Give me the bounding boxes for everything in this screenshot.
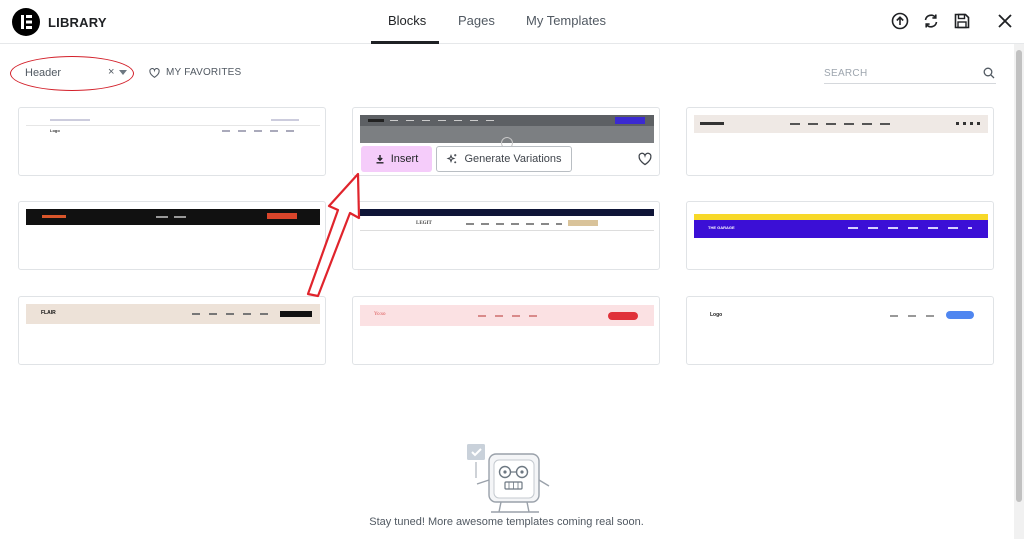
insert-button[interactable]: Insert	[361, 146, 432, 172]
library-header: LIBRARY Blocks Pages My Templates	[0, 0, 1024, 44]
annotation-circle	[10, 56, 134, 91]
template-thumbnail: Logo	[26, 116, 320, 150]
tab-my-templates[interactable]: My Templates	[526, 13, 606, 28]
generate-variations-label: Generate Variations	[464, 153, 562, 165]
search-input[interactable]	[824, 64, 974, 82]
generate-variations-button[interactable]: Generate Variations	[436, 146, 572, 172]
template-card[interactable]	[686, 107, 994, 176]
template-thumbnail	[26, 209, 320, 225]
template-card[interactable]: FLAIR	[18, 296, 326, 365]
active-tab-indicator	[371, 41, 439, 44]
thumbnail-logo-text: Logo	[50, 128, 60, 133]
template-thumbnail: FLAIR	[26, 304, 320, 324]
heart-icon	[149, 67, 160, 78]
insert-label: Insert	[390, 153, 419, 165]
sync-icon[interactable]	[922, 12, 940, 30]
save-icon[interactable]	[953, 12, 971, 30]
close-icon[interactable]	[996, 12, 1014, 30]
template-card[interactable]	[18, 201, 326, 270]
favorite-heart-icon[interactable]	[638, 152, 652, 166]
robot-illustration-icon	[467, 444, 550, 513]
thumbnail-brand-text: Yo:so	[374, 312, 386, 317]
template-card[interactable]: Logo	[686, 296, 994, 365]
elementor-logo-icon	[12, 8, 40, 36]
template-thumbnail: THE GARAGE	[694, 214, 988, 238]
download-icon	[376, 155, 384, 164]
template-thumbnail	[694, 115, 988, 133]
template-thumbnail: Yo:so	[360, 305, 654, 326]
thumbnail-logo-text: Logo	[710, 312, 723, 318]
my-favorites-filter[interactable]: MY FAVORITES	[149, 67, 241, 78]
search-box[interactable]	[824, 62, 996, 84]
template-thumbnail: Logo	[694, 305, 988, 327]
thumbnail-brand-text: LEGIT	[416, 221, 432, 226]
library-title: LIBRARY	[48, 15, 107, 30]
template-thumbnail: LEGIT	[360, 209, 654, 233]
annotation-arrow	[306, 172, 361, 298]
template-thumbnail	[360, 115, 654, 149]
thumbnail-brand-text: FLAIR	[41, 310, 56, 316]
template-card[interactable]: LEGIT	[352, 201, 660, 270]
template-card[interactable]: THE GARAGE	[686, 201, 994, 270]
empty-state-message: Stay tuned! More awesome templates comin…	[369, 516, 644, 528]
my-favorites-label: MY FAVORITES	[166, 67, 242, 78]
template-card[interactable]: Yo:so	[352, 296, 660, 365]
scrollbar-thumb[interactable]	[1016, 50, 1022, 502]
search-icon[interactable]	[983, 67, 995, 79]
tab-pages[interactable]: Pages	[458, 13, 495, 28]
thumbnail-brand-text: THE GARAGE	[708, 225, 735, 230]
tab-blocks[interactable]: Blocks	[388, 13, 426, 28]
ai-sparkle-icon	[447, 154, 457, 164]
upload-icon[interactable]	[891, 12, 909, 30]
template-card[interactable]: Logo	[18, 107, 326, 176]
